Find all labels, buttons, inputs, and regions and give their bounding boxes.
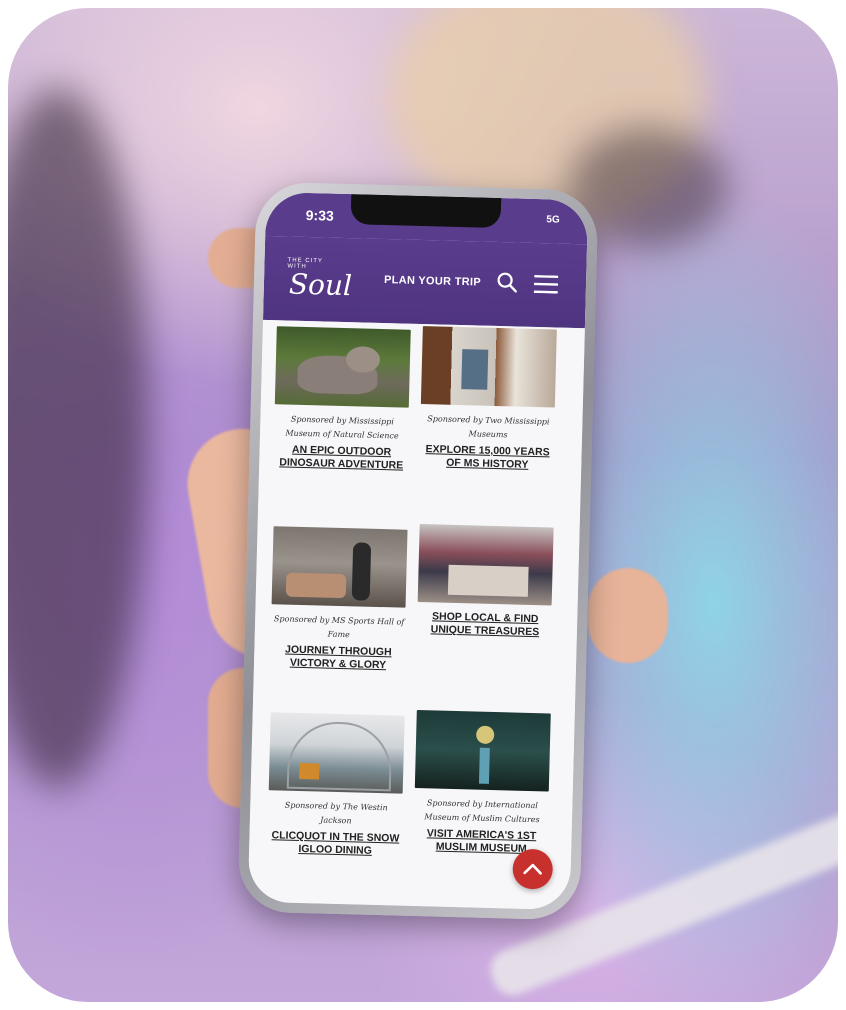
card[interactable]: Sponsored by Mississippi Museum of Natur… [273, 326, 413, 473]
card-grid: Sponsored by Mississippi Museum of Natur… [247, 319, 585, 911]
card-sponsor: Sponsored by Mississippi Museum of Natur… [285, 414, 399, 441]
status-time: 9:33 [305, 206, 334, 224]
card-sponsor: Sponsored by The Westin Jackson [284, 800, 388, 826]
logo-wordmark: Soul [288, 267, 353, 303]
phone-screen: 9:33 5G THE CITY WITH Soul PLAN YOUR TRI… [247, 191, 589, 911]
card[interactable]: SHOP LOCAL & FIND UNIQUE TREASURES [417, 524, 556, 640]
card[interactable]: Sponsored by MS Sports Hall of Fame JOUR… [270, 526, 410, 673]
search-icon[interactable] [497, 272, 518, 293]
site-header: THE CITY WITH Soul PLAN YOUR TRIP [262, 235, 588, 329]
card-image-shop[interactable] [417, 524, 554, 606]
finger [588, 568, 668, 663]
card-image-igloo[interactable] [268, 712, 405, 794]
smartphone: 9:33 5G THE CITY WITH Soul PLAN YOUR TRI… [237, 181, 599, 921]
card-image-muslim-museum[interactable] [414, 710, 551, 792]
menu-icon[interactable] [533, 274, 559, 294]
card-title[interactable]: CLICQUOT IN THE SNOW IGLOO DINING [267, 829, 404, 859]
card-sponsor: Sponsored by International Museum of Mus… [424, 798, 540, 825]
card-title[interactable]: EXPLORE 15,000 YEARS OF MS HISTORY [419, 443, 556, 473]
card-title[interactable]: SHOP LOCAL & FIND UNIQUE TREASURES [417, 610, 554, 640]
card-sponsor: Sponsored by MS Sports Hall of Fame [273, 614, 405, 640]
card[interactable]: Sponsored by International Museum of Mus… [413, 710, 553, 857]
phone-notch [350, 194, 502, 229]
site-logo[interactable]: THE CITY WITH Soul [281, 254, 352, 310]
card-image-dinosaur[interactable] [274, 326, 411, 408]
card-image-sports-hall[interactable] [271, 526, 408, 608]
chevron-up-icon [523, 863, 542, 875]
blurred-shadow-left [8, 88, 148, 788]
card-sponsor: Sponsored by Two Mississippi Museums [427, 414, 550, 440]
card-title[interactable]: AN EPIC OUTDOOR DINOSAUR ADVENTURE [273, 443, 410, 473]
card[interactable]: Sponsored by The Westin Jackson CLICQUOT… [267, 712, 407, 859]
network-label: 5G [546, 214, 560, 226]
card-image-museum[interactable] [420, 326, 557, 408]
card[interactable]: Sponsored by Two Mississippi Museums EXP… [419, 326, 559, 473]
plan-your-trip-link[interactable]: PLAN YOUR TRIP [384, 274, 481, 289]
card-title[interactable]: JOURNEY THROUGH VICTORY & GLORY [270, 643, 407, 673]
